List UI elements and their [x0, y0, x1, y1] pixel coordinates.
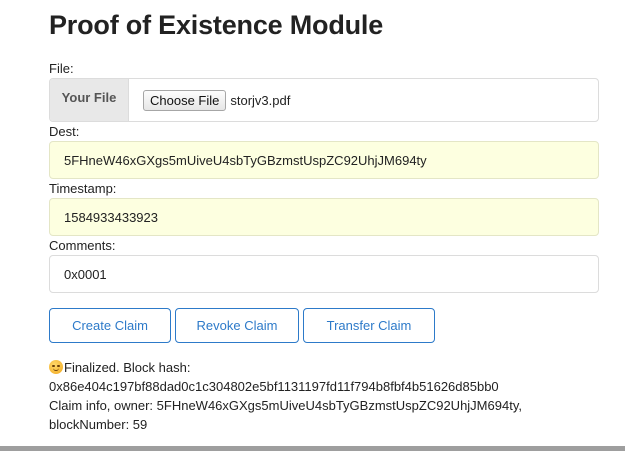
- file-addon-label: Your File: [50, 79, 129, 121]
- comments-value: 0x0001: [64, 266, 107, 282]
- smirking-face-icon: [49, 360, 63, 374]
- bottom-scroll-edge: [0, 446, 625, 451]
- selected-file-name: storjv3.pdf: [230, 92, 291, 108]
- dest-label: Dest:: [49, 124, 80, 139]
- comments-input[interactable]: 0x0001: [49, 255, 599, 293]
- dest-input[interactable]: 5FHneW46xGXgs5mUiveU4sbTyGBzmstUspZC92Uh…: [49, 141, 599, 179]
- page: Proof of Existence Module File: Your Fil…: [0, 0, 625, 451]
- status-line-finalized: Finalized. Block hash:: [49, 358, 609, 377]
- claim-info: Claim info, owner: 5FHneW46xGXgs5mUiveU4…: [49, 398, 522, 413]
- file-input-group: Your File Choose File storjv3.pdf: [49, 78, 599, 122]
- dest-value: 5FHneW46xGXgs5mUiveU4sbTyGBzmstUspZC92Uh…: [64, 152, 427, 168]
- page-title: Proof of Existence Module: [49, 10, 384, 40]
- block-number: blockNumber: 59: [49, 417, 148, 432]
- create-claim-button[interactable]: Create Claim: [49, 308, 171, 343]
- finalized-text: Finalized. Block hash:: [64, 360, 191, 375]
- timestamp-input[interactable]: 1584933433923: [49, 198, 599, 236]
- timestamp-label: Timestamp:: [49, 181, 117, 196]
- file-input[interactable]: Choose File storjv3.pdf: [129, 79, 290, 121]
- timestamp-value: 1584933433923: [64, 209, 158, 225]
- block-hash: 0x86e404c197bf88dad0c1c304802e5bf1131197…: [49, 379, 499, 394]
- revoke-claim-button[interactable]: Revoke Claim: [175, 308, 299, 343]
- comments-label: Comments:: [49, 238, 116, 253]
- file-label: File:: [49, 61, 74, 76]
- status-panel: Finalized. Block hash: 0x86e404c197bf88d…: [49, 358, 609, 434]
- transfer-claim-button[interactable]: Transfer Claim: [303, 308, 435, 343]
- choose-file-button[interactable]: Choose File: [143, 89, 227, 111]
